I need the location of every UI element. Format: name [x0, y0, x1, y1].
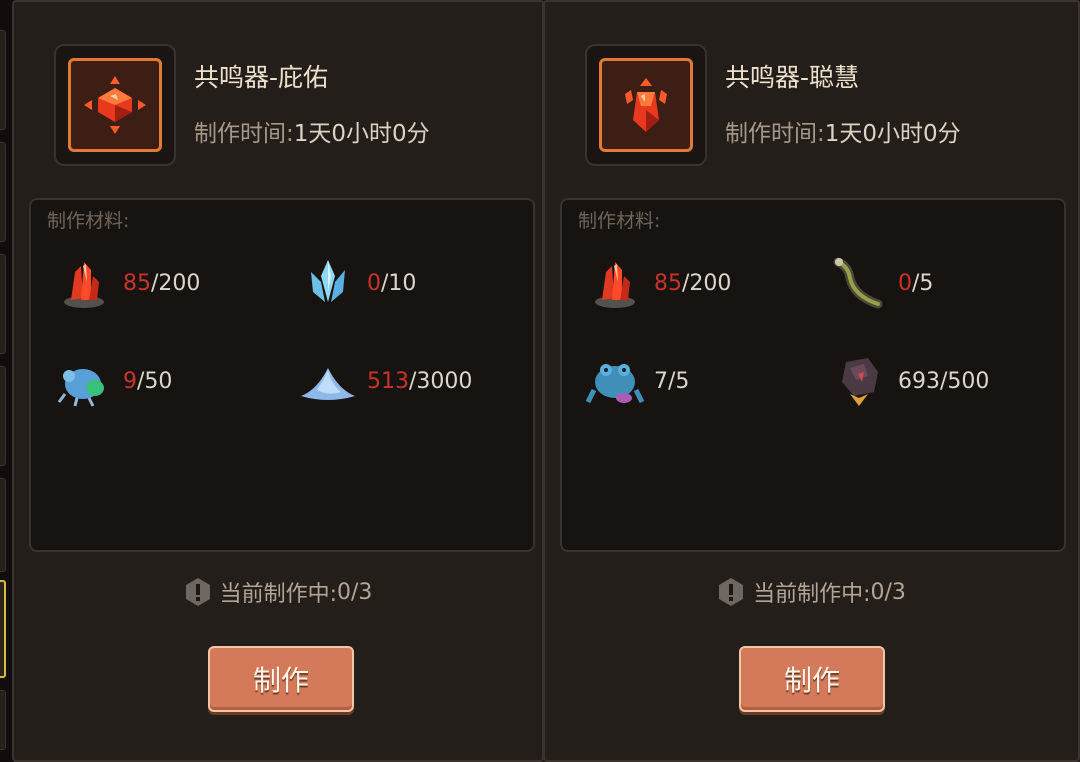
material-count: 513/3000 [367, 369, 472, 394]
status-label: 当前制作中: [219, 582, 337, 607]
eel-icon [833, 257, 883, 309]
material-have: 7 [654, 368, 668, 394]
blue-frog-creature-icon [585, 364, 645, 404]
material-item[interactable]: 513/3000 [297, 350, 517, 412]
craft-time-value: 1天0小时0分 [824, 121, 961, 147]
material-have: 513 [367, 368, 409, 394]
material-have: 85 [654, 270, 682, 296]
materials-box: 制作材料: 85/200 0/10 9/50 513/3000 [29, 198, 535, 552]
red-idol-resonator-icon [599, 58, 693, 152]
material-item[interactable]: 0/5 [828, 252, 1048, 314]
make-button[interactable]: 制作 [739, 646, 885, 712]
blue-crystal-cluster-icon [311, 260, 345, 302]
side-tab-active[interactable] [0, 580, 6, 678]
material-have: 0 [898, 270, 912, 296]
material-have: 9 [123, 368, 137, 394]
side-tab[interactable] [0, 30, 6, 130]
materials-box: 制作材料: 85/200 0/5 7/5 693/500 [560, 198, 1066, 552]
material-count: 0/5 [898, 271, 933, 296]
status-value: 0/3 [337, 579, 373, 605]
warning-hexagon-icon [185, 578, 210, 606]
material-item[interactable]: 0/10 [297, 252, 517, 314]
material-count: 693/500 [898, 369, 989, 394]
materials-title: 制作材料: [578, 210, 661, 232]
item-name: 共鸣器-聪慧 [725, 63, 860, 92]
craft-time: 制作时间:1天0小时0分 [194, 114, 430, 148]
material-need: /500 [940, 368, 990, 394]
craft-time-label: 制作时间: [194, 121, 294, 147]
material-item[interactable]: 85/200 [53, 252, 273, 314]
material-need: /3000 [409, 368, 473, 394]
craft-time: 制作时间:1天0小时0分 [725, 114, 961, 148]
material-count: 7/5 [654, 369, 689, 394]
crafting-status: 当前制作中: 0/3 [14, 576, 542, 608]
craft-time-label: 制作时间: [725, 121, 825, 147]
red-crystal-ore-icon [595, 262, 635, 308]
material-need: /200 [151, 270, 201, 296]
material-item[interactable]: 7/5 [584, 350, 804, 412]
side-tab[interactable] [0, 254, 6, 354]
materials-title: 制作材料: [47, 210, 130, 232]
material-count: 9/50 [123, 369, 172, 394]
red-gem-resonator-icon [68, 58, 162, 152]
material-have: 0 [367, 270, 381, 296]
material-count: 85/200 [654, 271, 731, 296]
material-need: /5 [912, 270, 934, 296]
material-count: 85/200 [123, 271, 200, 296]
material-need: /5 [668, 368, 690, 394]
item-name: 共鸣器-庇佑 [194, 63, 329, 92]
dark-ore-chunk-icon [842, 358, 878, 406]
recipe-card: 共鸣器-聪慧 制作时间:1天0小时0分 制作材料: 85/200 0/5 7/5… [543, 0, 1080, 762]
side-tab[interactable] [0, 478, 6, 572]
status-value: 0/3 [870, 579, 906, 605]
blue-beetle-icon [57, 369, 104, 407]
blue-powder-pile-icon [301, 368, 355, 400]
side-tab[interactable] [0, 366, 6, 466]
warning-hexagon-icon [719, 578, 744, 606]
material-count: 0/10 [367, 271, 416, 296]
status-label: 当前制作中: [753, 582, 871, 607]
craft-time-value: 1天0小时0分 [293, 121, 430, 147]
material-need: /200 [682, 270, 732, 296]
material-need: /50 [137, 368, 173, 394]
red-crystal-ore-icon [64, 262, 104, 308]
crafting-status: 当前制作中: 0/3 [545, 576, 1078, 608]
material-item[interactable]: 85/200 [584, 252, 804, 314]
side-tab[interactable] [0, 142, 6, 242]
item-icon-frame[interactable] [54, 44, 176, 166]
material-item[interactable]: 693/500 [828, 350, 1048, 412]
material-have: 693 [898, 368, 940, 394]
item-icon-frame[interactable] [585, 44, 707, 166]
side-tab[interactable] [0, 690, 6, 750]
recipe-card: 共鸣器-庇佑 制作时间:1天0小时0分 制作材料: 85/200 0/10 9/… [12, 0, 544, 762]
material-need: /10 [381, 270, 417, 296]
make-button[interactable]: 制作 [208, 646, 354, 712]
material-item[interactable]: 9/50 [53, 350, 273, 412]
material-have: 85 [123, 270, 151, 296]
